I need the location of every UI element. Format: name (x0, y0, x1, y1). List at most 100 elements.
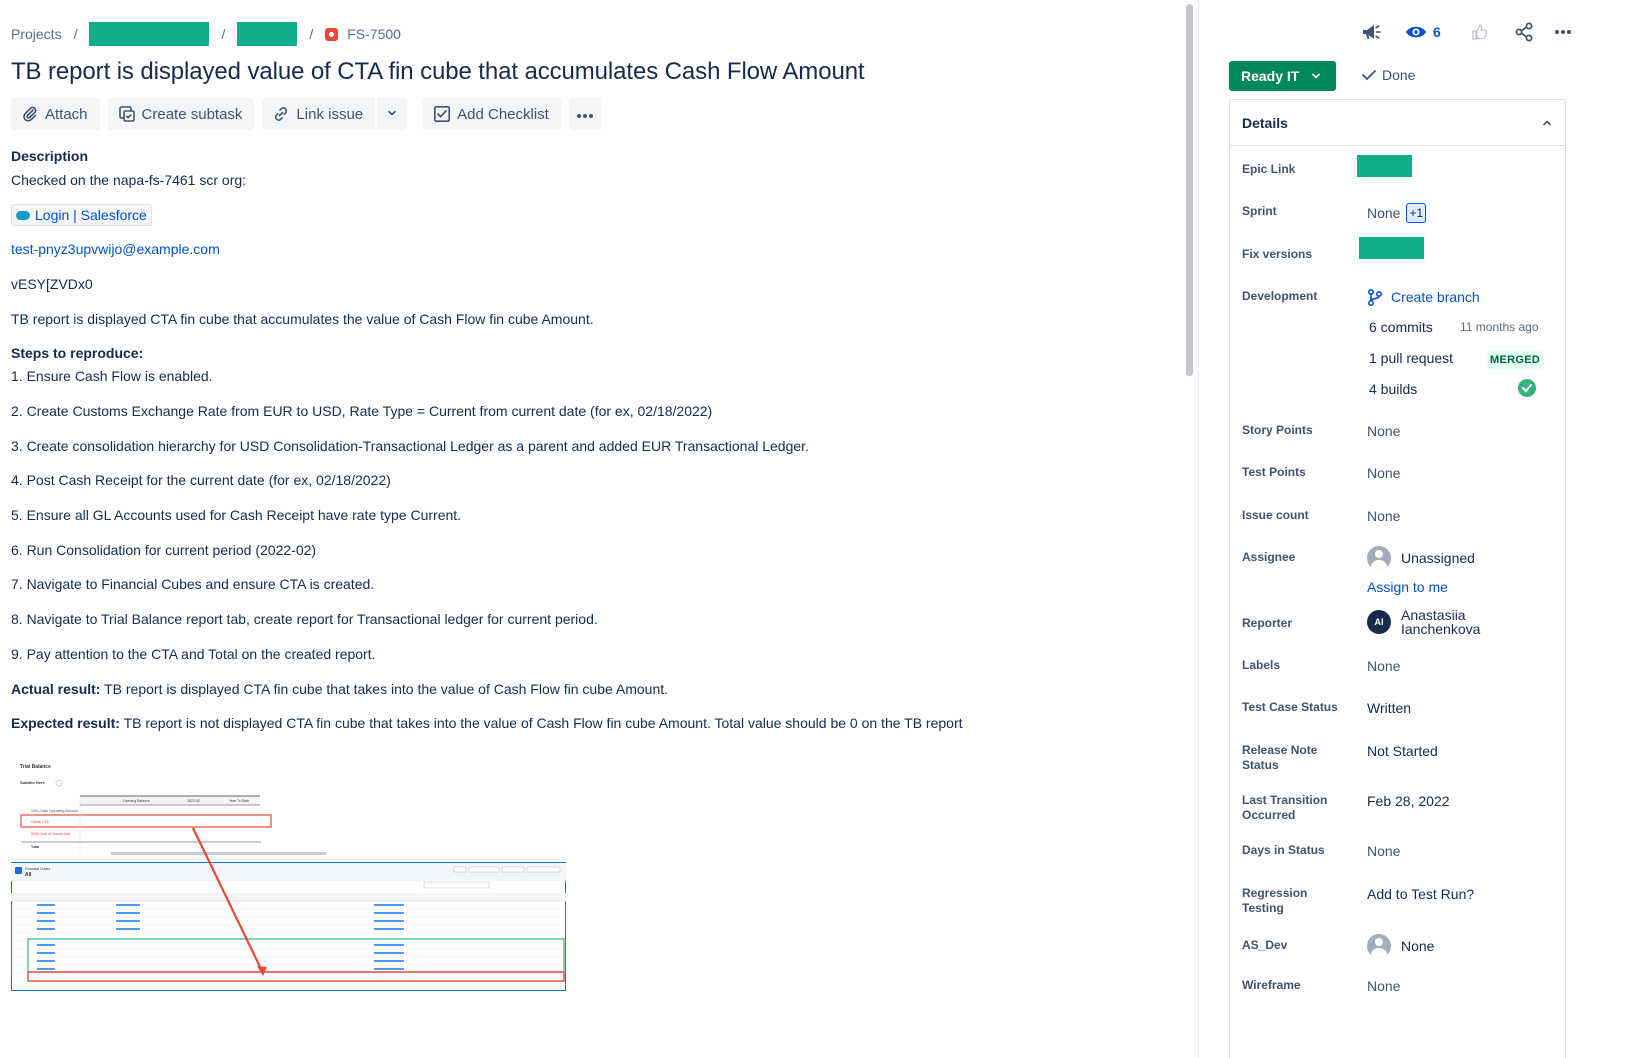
more-horizontal-icon (1554, 30, 1571, 34)
link-icon (272, 105, 290, 123)
issue-count-value[interactable]: None (1367, 508, 1400, 524)
step-9: 9. Pay attention to the CTA and Total on… (11, 646, 376, 662)
report-row-cash: 1001-Cash Operating Account (31, 809, 78, 813)
epic-link-label: Epic Link (1242, 162, 1296, 176)
release-note-status-value[interactable]: Not Started (1367, 743, 1438, 759)
step-8: 8. Navigate to Trial Balance report tab,… (11, 611, 598, 627)
checklist-icon (433, 105, 451, 123)
report-row-cogs: 5000-Cost of Goods Sold (31, 832, 70, 836)
test-case-status-value[interactable]: Written (1367, 700, 1411, 716)
regression-testing-value[interactable]: Add to Test Run? (1367, 886, 1474, 902)
regression-testing-label-line2: Testing (1242, 901, 1284, 915)
story-points-value[interactable]: None (1367, 423, 1400, 439)
assignee-name: Unassigned (1401, 550, 1475, 566)
done-transition-button[interactable]: Done (1361, 67, 1415, 83)
link-issue-label: Link issue (296, 105, 364, 123)
link-issue-button[interactable]: Link issue (262, 98, 376, 130)
report-row-cta: Global CTA (31, 820, 49, 824)
more-horizontal-icon (576, 106, 594, 123)
assign-to-me-link[interactable]: Assign to me (1367, 579, 1448, 595)
breadcrumb: Projects / / / FS-7500 (11, 22, 401, 46)
labels-label: Labels (1242, 658, 1281, 672)
step-3: 3. Create consolidation hierarchy for US… (11, 438, 809, 454)
fix-versions-label: Fix versions (1242, 247, 1313, 261)
issue-count-label: Issue count (1242, 508, 1309, 522)
wireframe-value[interactable]: None (1367, 978, 1400, 994)
default-avatar-icon (1367, 934, 1391, 958)
description-checked-on: Checked on the napa-fs-7461 scr org: (11, 172, 247, 188)
step-7: 7. Navigate to Financial Cubes and ensur… (11, 576, 375, 592)
default-avatar-icon (1367, 546, 1391, 570)
feedback-megaphone-button[interactable] (1359, 20, 1383, 44)
more-options-button[interactable] (1554, 20, 1572, 44)
actual-result-text: TB report is displayed CTA fin cube that… (100, 681, 669, 697)
reporter-last-name: Ianchenkova (1401, 621, 1481, 637)
assignee-value[interactable]: Unassigned (1367, 546, 1475, 570)
issue-title[interactable]: TB report is displayed value of CTA fin … (11, 58, 865, 86)
reporter-first-name: Anastasiia (1401, 607, 1466, 623)
release-note-status-label-line1: Release Note (1242, 743, 1318, 757)
create-subtask-label: Create subtask (141, 105, 243, 123)
breadcrumb-projects[interactable]: Projects (11, 26, 62, 42)
assignee-label: Assignee (1242, 550, 1296, 564)
sprint-value[interactable]: None +1 (1367, 203, 1427, 223)
breadcrumb-issue-key[interactable]: FS-7500 (347, 26, 401, 42)
last-transition-label-line1: Last Transition (1242, 793, 1328, 807)
create-branch-link[interactable]: Create branch (1367, 288, 1480, 306)
login-link-chip[interactable]: Login | Salesforce (11, 204, 152, 226)
add-checklist-button[interactable]: Add Checklist (423, 98, 561, 130)
subtask-icon (118, 105, 136, 123)
report-col-opening: Opening Balance (123, 799, 150, 803)
step-6: 6. Run Consolidation for current period … (11, 542, 317, 558)
watch-button[interactable]: 6 (1405, 20, 1441, 44)
builds-text: 4 builds (1369, 381, 1418, 397)
report-col-ytd: Year To Date (229, 799, 249, 803)
test-points-label: Test Points (1242, 465, 1306, 479)
labels-value[interactable]: None (1367, 658, 1400, 674)
expected-result-label: Expected result: (11, 715, 120, 731)
commits-time: 11 months ago (1460, 320, 1539, 334)
scroll-thumb[interactable] (1186, 4, 1193, 376)
issue-header-actions: 6 (1359, 20, 1572, 44)
share-button[interactable] (1514, 20, 1534, 44)
report-subtitle: Subtitle Here (20, 780, 45, 785)
commits-text: 6 commits (1369, 319, 1433, 335)
breadcrumb-project-redacted[interactable] (89, 22, 210, 46)
days-in-status-label: Days in Status (1242, 843, 1325, 857)
sprint-value-text: None (1367, 205, 1401, 221)
last-transition-label: Last Transition Occurred (1242, 793, 1352, 823)
development-label: Development (1242, 289, 1318, 303)
epic-link-value-redacted[interactable] (1357, 155, 1412, 177)
step-5: 5. Ensure all GL Accounts used for Cash … (11, 507, 462, 523)
sprint-extra-badge[interactable]: +1 (1406, 203, 1427, 223)
actual-result-label: Actual result: (11, 681, 101, 697)
attach-label: Attach (45, 105, 88, 123)
test-points-value[interactable]: None (1367, 465, 1400, 481)
description-summary: TB report is displayed CTA fin cube that… (11, 311, 594, 327)
bug-icon (325, 27, 339, 41)
issue-sidebar: 6 Ready IT Done Details Epic Link Sprint… (1229, 0, 1626, 1058)
breadcrumb-epic-redacted[interactable] (237, 22, 298, 46)
fix-versions-value-redacted[interactable] (1359, 237, 1424, 259)
more-actions-button[interactable] (568, 98, 601, 130)
as-dev-value[interactable]: None (1367, 934, 1434, 958)
link-issue-dropdown-button[interactable] (377, 98, 408, 130)
attach-button[interactable]: Attach (11, 98, 100, 130)
thumbs-up-icon (1472, 24, 1487, 40)
create-subtask-button[interactable]: Create subtask (107, 98, 255, 130)
password-text: vESY[ZVDx0 (11, 276, 93, 292)
chevron-up-icon[interactable] (1541, 117, 1553, 129)
vote-button[interactable] (1471, 20, 1489, 44)
details-header[interactable]: Details (1230, 100, 1565, 146)
reporter-value[interactable]: AI Anastasiia Ianchenkova (1367, 608, 1480, 636)
issue-toolbar: Attach Create subtask Link issue Add Che… (11, 98, 609, 130)
email-link[interactable]: test-pnyz3upvwijo@example.com (11, 239, 220, 259)
attachment-screenshot[interactable]: Trial Balance Subtitle Here Opening Bala… (10, 758, 567, 992)
cubes-view: All (25, 872, 32, 878)
main-scrollbar[interactable] (1184, 0, 1194, 1058)
breadcrumb-separator: / (221, 26, 226, 42)
status-transition-button[interactable]: Ready IT (1229, 61, 1336, 91)
paperclip-icon (21, 105, 39, 123)
issue-main-panel: Projects / / / FS-7500 TB report is disp… (0, 0, 1232, 1058)
report-col-period: 2022-02 (187, 799, 200, 803)
